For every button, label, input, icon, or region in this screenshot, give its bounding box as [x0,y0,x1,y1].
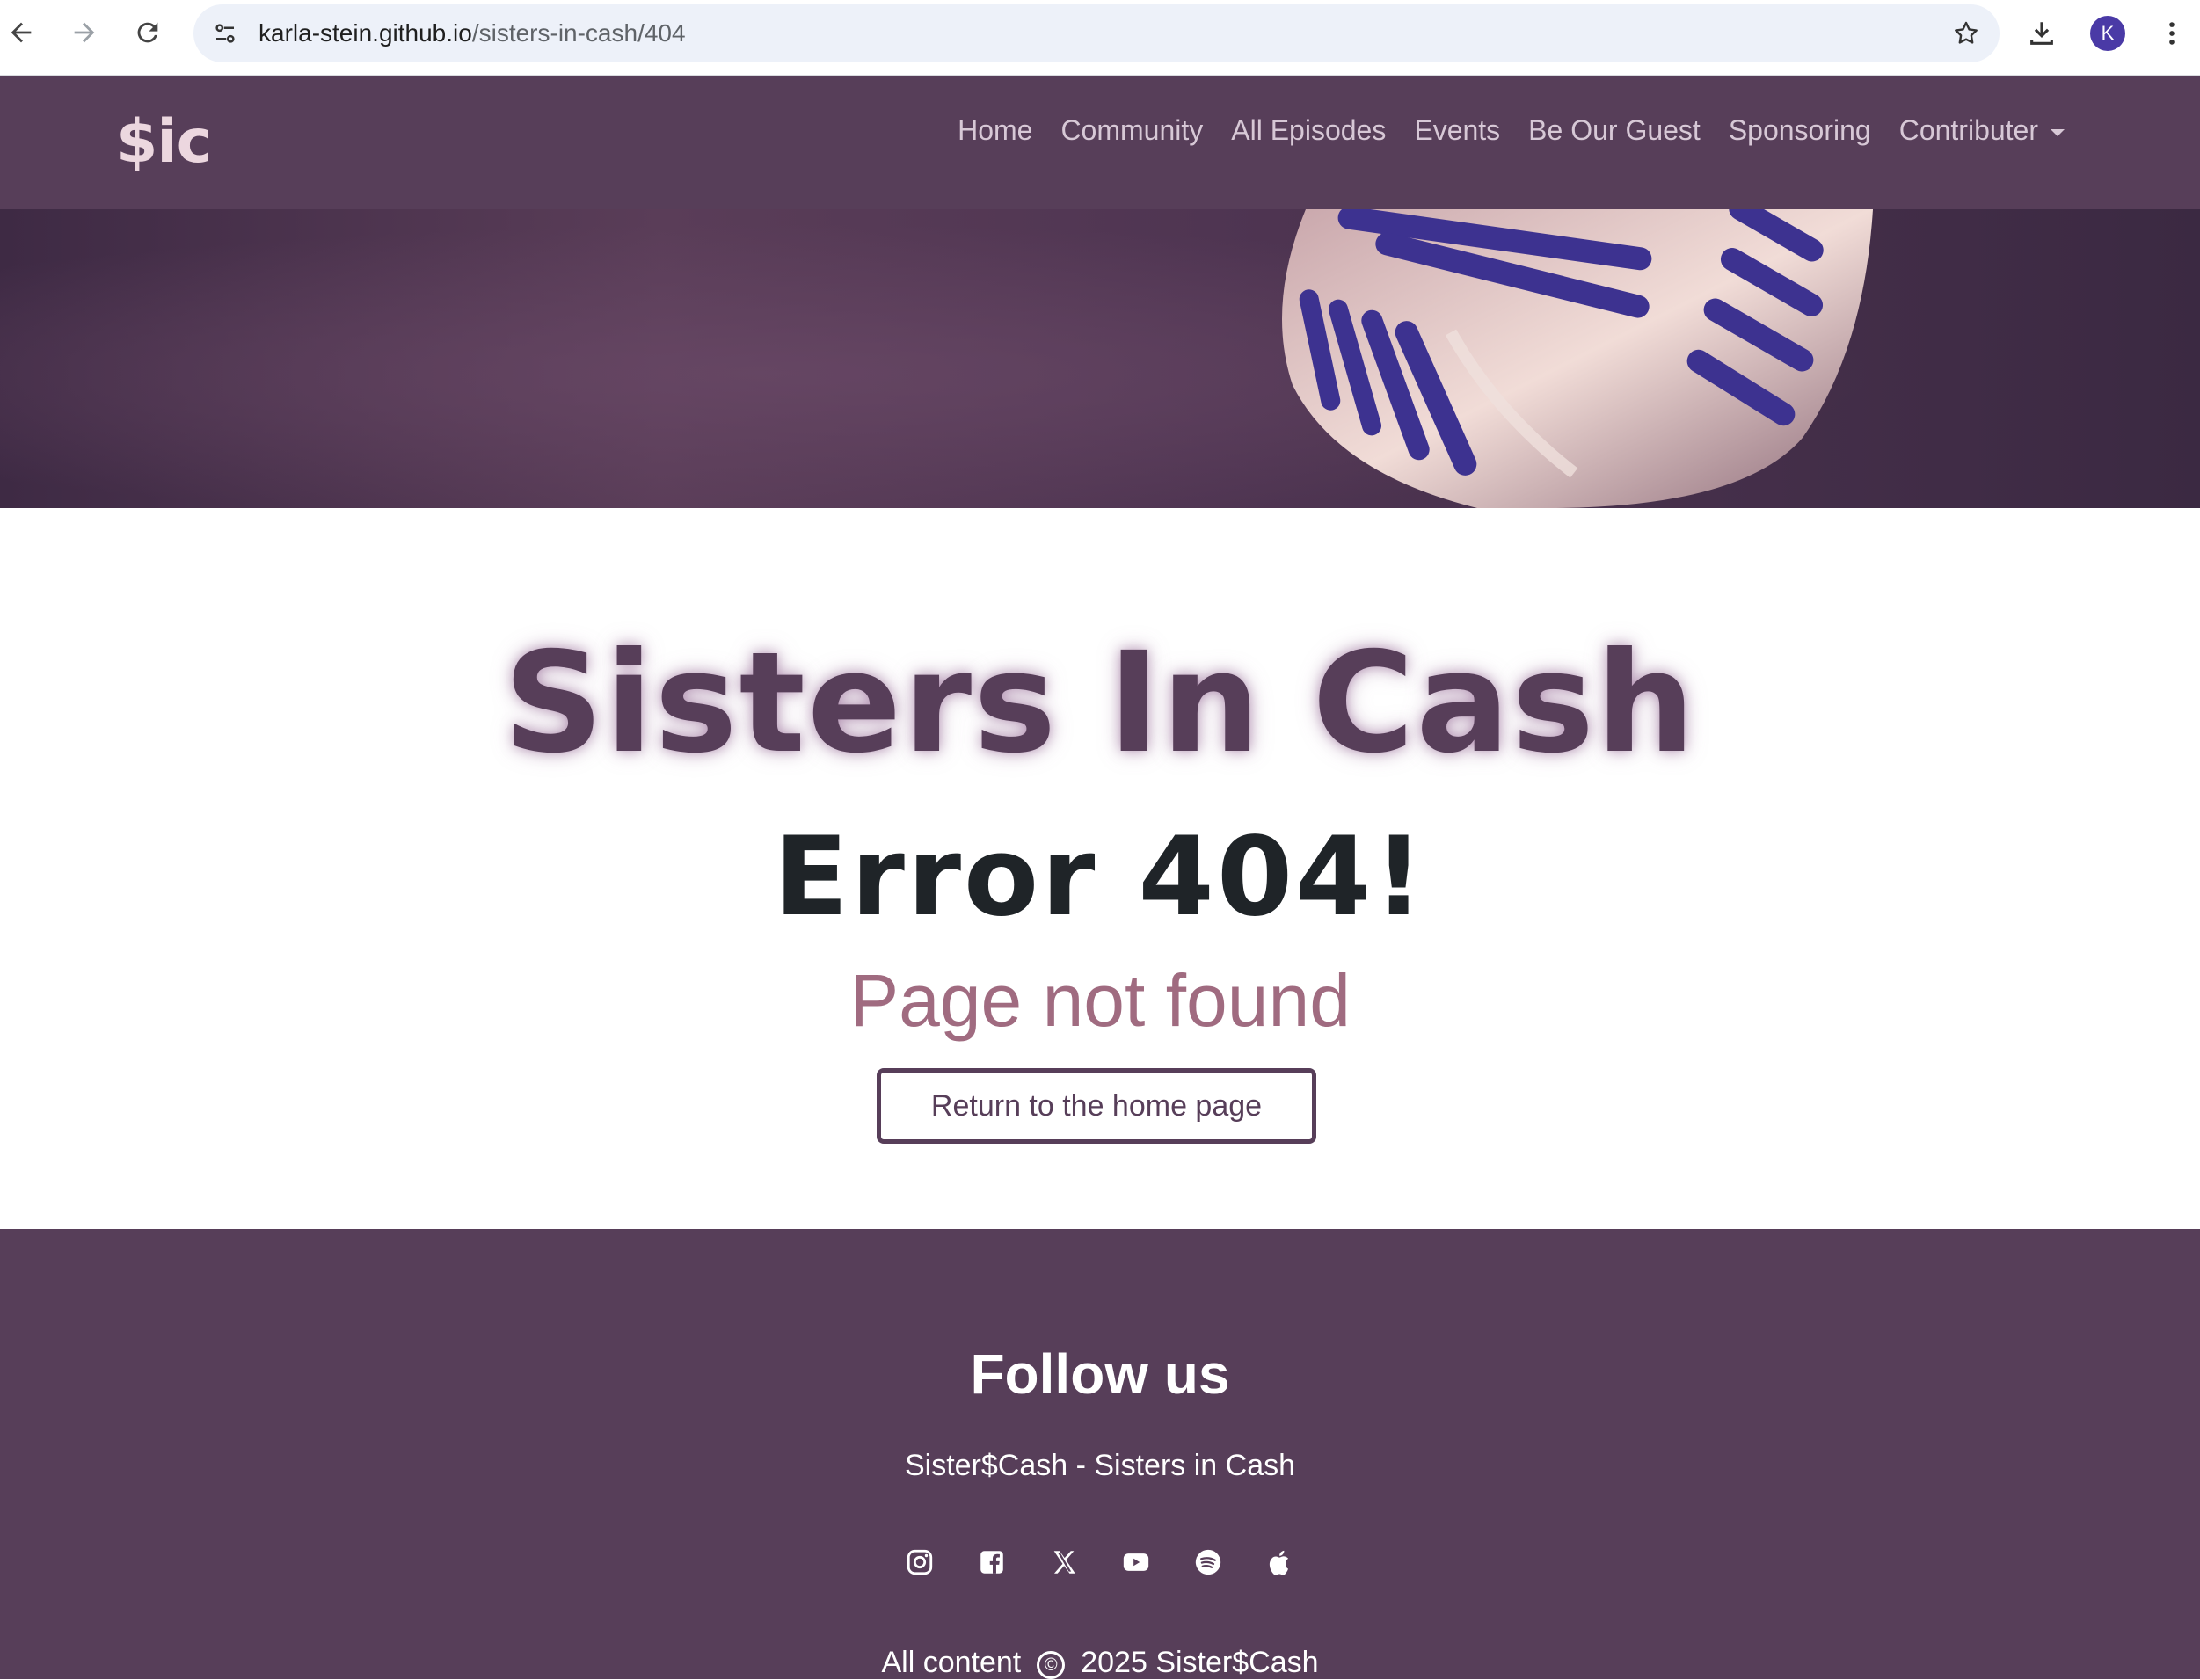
site-settings-icon[interactable] [208,16,243,51]
instagram-icon[interactable] [900,1542,940,1582]
chevron-down-icon [2051,128,2065,136]
nav-links: Home Community All Episodes Events Be Ou… [929,114,2065,147]
nav-all-episodes[interactable]: All Episodes [1231,114,1386,147]
url-host: karla-stein.github.io [259,19,472,47]
error-heading: Error 404! [774,814,1426,941]
apple-icon[interactable] [1260,1542,1300,1582]
copyright-icon: © [1037,1651,1066,1679]
main-content: Sisters In Cash Error 404! Page not foun… [0,508,2200,1229]
site-footer: Follow us Sister$Cash - Sisters in Cash … [0,1229,2200,1679]
copyright-text: 2025 Sister$Cash [1081,1646,1319,1679]
facebook-icon[interactable] [972,1542,1012,1582]
youtube-icon[interactable] [1116,1542,1156,1582]
address-bar[interactable]: karla-stein.github.io/sisters-in-cash/40… [193,4,2000,62]
return-home-button[interactable]: Return to the home page [877,1068,1316,1144]
spotify-icon[interactable] [1188,1542,1228,1582]
nav-contributer-label: Contributer [1898,114,2038,146]
microphone-image [0,209,2200,508]
bookmark-star-icon[interactable] [1949,16,1984,51]
nav-contributer-dropdown[interactable]: Contributer [1899,114,2065,147]
forward-button[interactable] [63,11,106,54]
error-subtitle: Page not found [849,959,1351,1042]
back-button[interactable] [0,11,42,54]
profile-avatar[interactable]: K [2090,16,2125,51]
site-title: Sisters In Cash [503,622,1697,784]
browser-menu-icon[interactable] [2156,14,2188,53]
nav-be-our-guest[interactable]: Be Our Guest [1528,114,1701,147]
url-path: /sisters-in-cash/404 [471,19,686,47]
nav-community[interactable]: Community [1060,114,1203,147]
reload-button[interactable] [127,11,169,54]
footer-heading: Follow us [970,1342,1230,1406]
copyright-prefix: All content [881,1646,1022,1679]
brand-logo[interactable]: $ic [116,107,212,177]
reload-icon [137,22,158,43]
x-icon[interactable] [1044,1542,1084,1582]
footer-tagline: Sister$Cash - Sisters in Cash [904,1449,1296,1482]
hero-banner-image [0,209,2200,508]
nav-home[interactable]: Home [958,114,1032,147]
download-icon[interactable] [2022,14,2061,53]
site-navbar: $ic Home Community All Episodes Events B… [0,76,2200,209]
browser-toolbar: karla-stein.github.io/sisters-in-cash/40… [0,0,2200,76]
nav-events[interactable]: Events [1414,114,1500,147]
social-links [0,1542,2200,1582]
copyright-line: All content © 2025 Sister$Cash [0,1646,2200,1680]
url-text[interactable]: karla-stein.github.io/sisters-in-cash/40… [259,4,686,62]
nav-sponsoring[interactable]: Sponsoring [1729,114,1871,147]
back-arrow-icon [11,22,32,43]
forward-arrow-icon [74,22,95,43]
